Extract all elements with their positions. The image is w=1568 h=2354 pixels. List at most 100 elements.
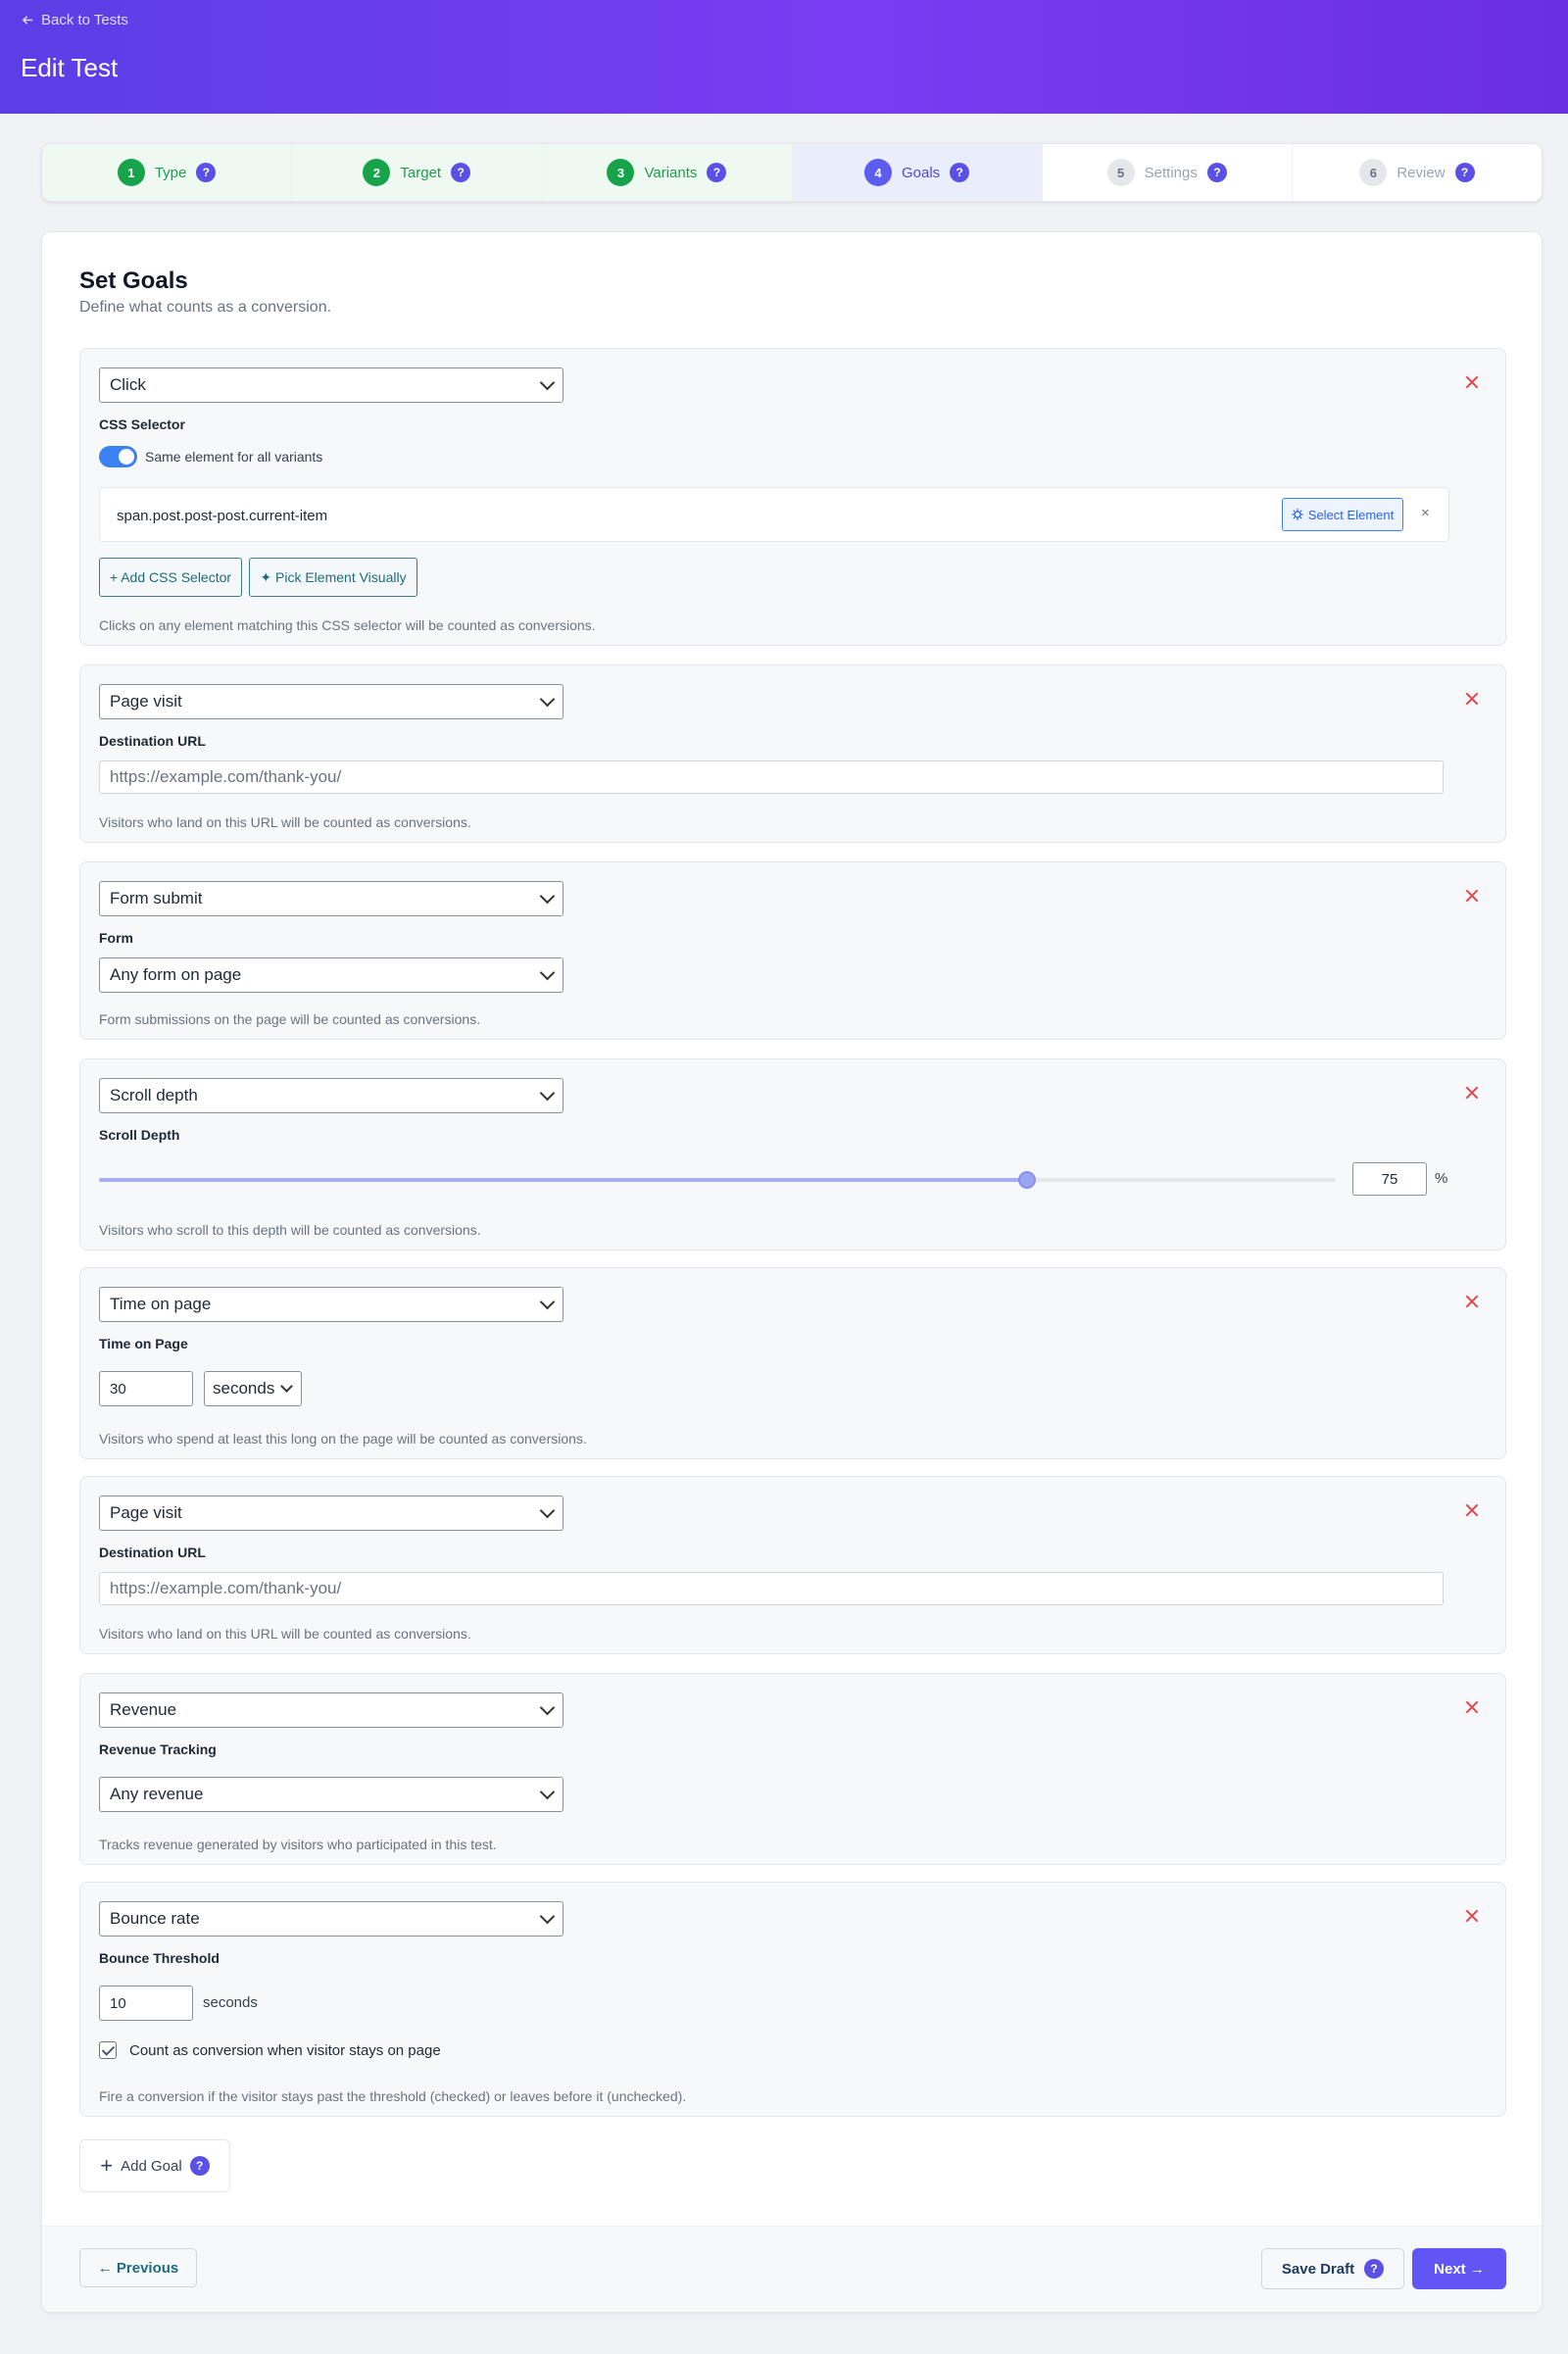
help-icon[interactable]: ? [1206, 163, 1227, 182]
scroll-depth-input[interactable]: 75 [1352, 1162, 1427, 1196]
css-selector-row: span.post.post-post.current-item Select … [99, 487, 1449, 542]
goal-type-select[interactable]: Page visit [99, 684, 564, 719]
wizard-stepper: 1 Type ? 2 Target ? 3 Variants ? 4 Goals… [41, 143, 1543, 202]
bounce-threshold-input[interactable]: 10 [99, 1986, 193, 2021]
back-to-tests-link[interactable]: Back to Tests [22, 12, 128, 28]
step-goals[interactable]: 4 Goals ? [792, 144, 1043, 201]
help-text: Visitors who land on this URL will be co… [99, 814, 471, 830]
slider-fill [99, 1178, 1027, 1182]
pick-element-visually-button[interactable]: ✦ Pick Element Visually [249, 558, 417, 597]
stays-on-page-checkbox[interactable] [99, 2041, 117, 2059]
step-type[interactable]: 1 Type ? [42, 144, 293, 201]
help-icon[interactable]: ? [707, 163, 727, 182]
destination-url-input[interactable]: https://example.com/thank-you/ [99, 760, 1444, 794]
arrow-left-icon [22, 16, 33, 25]
step-label: Goals [902, 164, 941, 181]
seconds-unit: seconds [203, 1994, 258, 2011]
step-label: Review [1396, 164, 1446, 181]
scroll-depth-slider[interactable] [99, 1171, 1336, 1189]
chevron-down-icon [539, 1784, 556, 1800]
remove-goal-icon[interactable] [1462, 886, 1482, 906]
slider-thumb[interactable] [1018, 1171, 1036, 1189]
add-goal-button[interactable]: + Add Goal ? [79, 2139, 230, 2192]
step-review[interactable]: 6 Review ? [1292, 144, 1542, 201]
goal-type-select[interactable]: Time on page [99, 1287, 564, 1322]
time-value-input[interactable]: 30 [99, 1371, 193, 1406]
step-variants[interactable]: 3 Variants ? [542, 144, 793, 201]
goal-page-visit: Page visit Destination URL https://examp… [79, 664, 1506, 843]
goal-type-value: Revenue [110, 1700, 177, 1719]
goal-type-select[interactable]: Bounce rate [99, 1901, 564, 1937]
step-settings[interactable]: 5 Settings ? [1042, 144, 1293, 201]
field-label: Revenue Tracking [99, 1741, 217, 1757]
destination-url-input[interactable]: https://example.com/thank-you/ [99, 1572, 1444, 1605]
help-text: Tracks revenue generated by visitors who… [99, 1837, 497, 1852]
goal-type-select[interactable]: Click [99, 368, 564, 403]
select-element-button[interactable]: Select Element [1282, 498, 1403, 531]
help-icon[interactable]: ? [1454, 163, 1475, 182]
goal-type-select[interactable]: Revenue [99, 1692, 564, 1728]
goal-type-value: Form submit [110, 889, 203, 907]
goal-type-value: Time on page [110, 1295, 212, 1313]
form-select[interactable]: Any form on page [99, 957, 564, 993]
toggle-label: Same element for all variants [145, 449, 323, 465]
step-number: 2 [363, 159, 391, 186]
chevron-down-icon [539, 1908, 556, 1925]
next-button[interactable]: Next → [1412, 2248, 1506, 2289]
revenue-select[interactable]: Any revenue [99, 1777, 564, 1812]
help-text: Visitors who scroll to this depth will b… [99, 1222, 481, 1238]
checkbox-label: Count as conversion when visitor stays o… [129, 2042, 441, 2059]
form-select-value: Any form on page [110, 965, 242, 984]
help-text: Visitors who spend at least this long on… [99, 1431, 587, 1447]
chevron-down-icon [539, 1294, 556, 1310]
help-icon[interactable]: ? [451, 163, 471, 182]
help-icon[interactable]: ? [1364, 2259, 1385, 2279]
goal-type-select[interactable]: Scroll depth [99, 1078, 564, 1113]
previous-button[interactable]: ← Previous [79, 2248, 197, 2287]
step-number: 1 [117, 159, 145, 186]
goal-page-visit: Page visit Destination URL https://examp… [79, 1476, 1506, 1654]
field-label: CSS Selector [99, 417, 185, 432]
save-draft-button[interactable]: Save Draft ? [1261, 2248, 1404, 2289]
step-number: 3 [607, 159, 635, 186]
help-icon[interactable]: ? [189, 2156, 210, 2176]
field-label: Destination URL [99, 1545, 206, 1560]
revenue-select-value: Any revenue [110, 1785, 204, 1803]
field-label: Bounce Threshold [99, 1950, 220, 1966]
page-title: Edit Test [21, 53, 119, 82]
goal-type-value: Click [110, 375, 146, 394]
goal-type-select[interactable]: Form submit [99, 881, 564, 916]
css-selector-value[interactable]: span.post.post-post.current-item [117, 508, 327, 524]
remove-goal-icon[interactable] [1462, 1292, 1482, 1311]
section-title: Set Goals [79, 268, 188, 294]
remove-goal-icon[interactable] [1462, 1083, 1482, 1103]
percent-unit: % [1435, 1170, 1448, 1187]
goal-bounce-rate: Bounce rate Bounce Threshold 10 seconds … [79, 1882, 1506, 2117]
clear-selector-icon[interactable]: × [1421, 505, 1430, 521]
step-number: 4 [864, 159, 892, 186]
same-element-toggle[interactable] [99, 446, 137, 467]
remove-goal-icon[interactable] [1462, 1697, 1482, 1717]
chevron-down-icon [539, 1085, 556, 1102]
remove-goal-icon[interactable] [1462, 1906, 1482, 1926]
crosshair-icon [1291, 509, 1303, 520]
goal-type-value: Scroll depth [110, 1086, 198, 1104]
step-number: 6 [1359, 159, 1388, 186]
remove-goal-icon[interactable] [1462, 689, 1482, 709]
field-label: Scroll Depth [99, 1127, 180, 1143]
remove-goal-icon[interactable] [1462, 372, 1482, 392]
help-icon[interactable]: ? [196, 163, 217, 182]
chevron-down-icon [539, 1502, 556, 1519]
step-target[interactable]: 2 Target ? [292, 144, 543, 201]
help-icon[interactable]: ? [950, 163, 970, 182]
goal-scroll-depth: Scroll depth Scroll Depth 75 % Visitors … [79, 1058, 1506, 1251]
goals-card: Set Goals Define what counts as a conver… [41, 231, 1543, 2313]
chevron-down-icon [539, 374, 556, 391]
save-draft-label: Save Draft [1281, 2260, 1355, 2278]
remove-goal-icon[interactable] [1462, 1500, 1482, 1520]
wizard-footer: ← Previous Save Draft ? Next → [42, 2226, 1542, 2312]
goal-type-select[interactable]: Page visit [99, 1496, 564, 1531]
add-css-selector-button[interactable]: + Add CSS Selector [99, 558, 242, 597]
time-unit-select[interactable]: seconds [204, 1371, 302, 1406]
field-label: Form [99, 930, 133, 946]
